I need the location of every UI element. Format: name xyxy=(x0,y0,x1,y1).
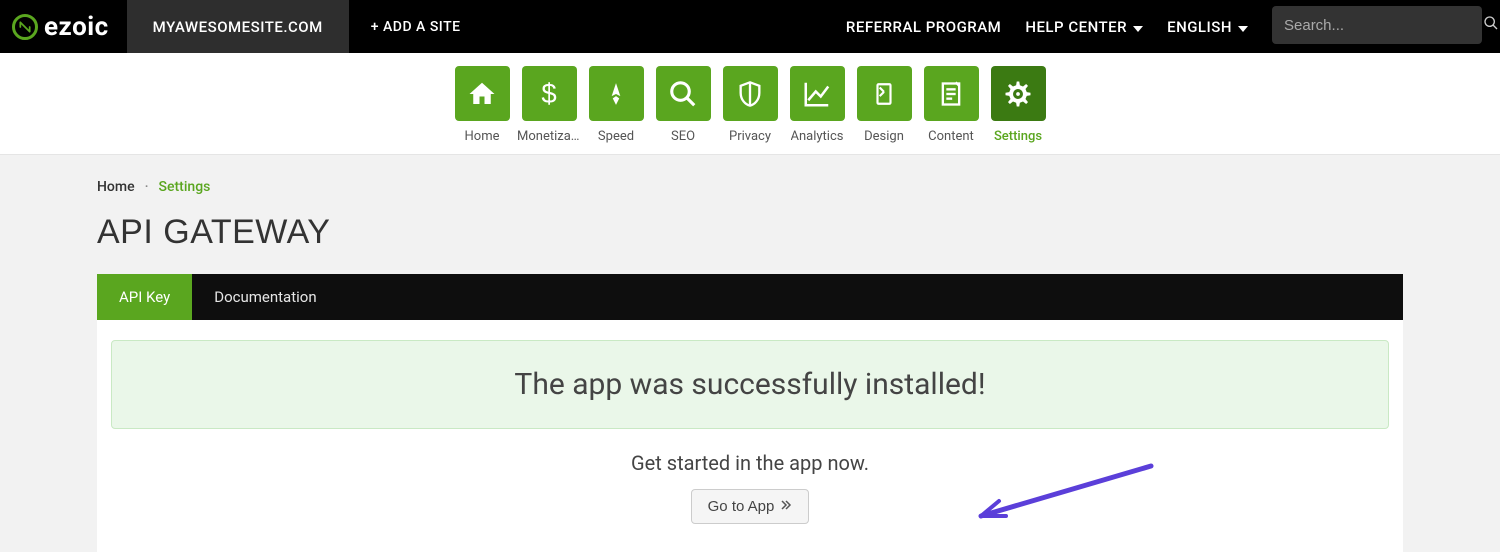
nav-content[interactable]: Content xyxy=(924,66,979,144)
tab-label: Documentation xyxy=(214,288,316,306)
site-name: MYAWESOMESITE.COM xyxy=(153,18,323,36)
gear-icon xyxy=(991,66,1046,121)
nav-label: Privacy xyxy=(729,129,771,144)
nav-speed[interactable]: Speed xyxy=(589,66,644,144)
main-nav: Home $ Monetiza... Speed SEO Privacy xyxy=(0,53,1500,155)
language-dropdown[interactable]: ENGLISH xyxy=(1155,0,1260,53)
nav-seo[interactable]: SEO xyxy=(656,66,711,144)
tab-api-key[interactable]: API Key xyxy=(97,274,192,320)
nav-analytics[interactable]: Analytics xyxy=(790,66,845,144)
brand-logo[interactable]: ezoic xyxy=(0,0,127,53)
alert-message: The app was successfully installed! xyxy=(514,367,985,402)
nav-home[interactable]: Home xyxy=(455,66,510,144)
help-center-dropdown[interactable]: HELP CENTER xyxy=(1013,0,1155,53)
site-tab[interactable]: MYAWESOMESITE.COM xyxy=(127,0,349,53)
breadcrumb: Home · Settings xyxy=(97,179,1403,195)
search-box[interactable] xyxy=(1272,6,1482,44)
success-alert: The app was successfully installed! xyxy=(111,340,1389,429)
home-icon xyxy=(455,66,510,121)
referral-link[interactable]: REFERRAL PROGRAM xyxy=(834,0,1013,53)
topbar: ezoic MYAWESOMESITE.COM + ADD A SITE REF… xyxy=(0,0,1500,53)
nav-label: SEO xyxy=(671,129,695,144)
caret-down-icon xyxy=(1238,18,1248,36)
brand-text: ezoic xyxy=(44,12,109,42)
referral-label: REFERRAL PROGRAM xyxy=(846,18,1001,36)
svg-text:$: $ xyxy=(541,79,556,109)
tab-label: API Key xyxy=(119,288,170,306)
nav-label: Monetiza... xyxy=(517,129,581,144)
nav-label: Design xyxy=(864,129,904,144)
nav-label: Settings xyxy=(994,129,1042,144)
tabs: API Key Documentation xyxy=(97,274,1403,320)
breadcrumb-home[interactable]: Home xyxy=(97,179,135,195)
dollar-icon: $ xyxy=(522,66,577,121)
nav-monetization[interactable]: $ Monetiza... xyxy=(522,66,577,144)
help-center-label: HELP CENTER xyxy=(1025,18,1127,36)
nav-label: Analytics xyxy=(791,129,844,144)
add-site-link[interactable]: + ADD A SITE xyxy=(349,0,483,53)
chart-icon xyxy=(790,66,845,121)
page-title: API GATEWAY xyxy=(97,213,1403,252)
breadcrumb-current: Settings xyxy=(159,179,211,195)
panel: The app was successfully installed! Get … xyxy=(97,320,1403,552)
nav-label: Speed xyxy=(598,129,634,144)
search-icon[interactable] xyxy=(1483,15,1499,35)
search-input[interactable] xyxy=(1284,17,1483,34)
nav-privacy[interactable]: Privacy xyxy=(723,66,778,144)
device-icon xyxy=(857,66,912,121)
magnify-icon xyxy=(656,66,711,121)
caret-down-icon xyxy=(1133,18,1143,36)
language-label: ENGLISH xyxy=(1167,18,1232,36)
cta-subtext: Get started in the app now. xyxy=(111,451,1389,475)
nav-settings[interactable]: Settings xyxy=(991,66,1046,144)
document-icon xyxy=(924,66,979,121)
breadcrumb-sep: · xyxy=(145,179,149,195)
nav-design[interactable]: Design xyxy=(857,66,912,144)
main-container: Home · Settings API GATEWAY API Key Docu… xyxy=(97,155,1403,552)
go-to-app-button[interactable]: Go to App xyxy=(691,489,810,524)
rocket-icon xyxy=(589,66,644,121)
nav-label: Home xyxy=(465,129,500,144)
nav-label: Content xyxy=(928,129,974,144)
chevron-double-right-icon xyxy=(780,498,792,515)
button-label: Go to App xyxy=(708,498,775,515)
tab-documentation[interactable]: Documentation xyxy=(192,274,338,320)
shield-icon xyxy=(723,66,778,121)
add-site-label: + ADD A SITE xyxy=(371,19,461,35)
ezoic-logo-icon xyxy=(12,14,38,40)
